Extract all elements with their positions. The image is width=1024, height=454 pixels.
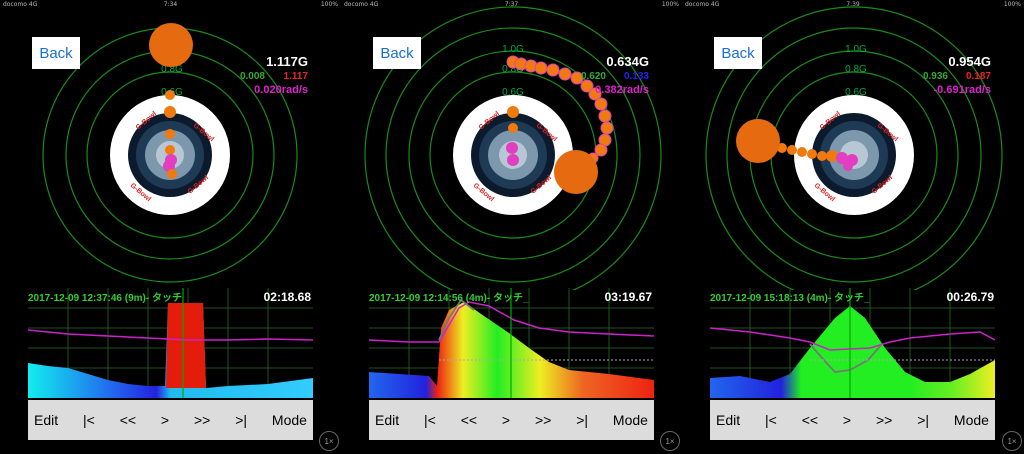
rewind-button[interactable]: << <box>461 412 477 428</box>
play-button[interactable]: > <box>843 412 851 428</box>
edit-button[interactable]: Edit <box>716 412 740 428</box>
ring-label: 1.0G <box>845 44 867 55</box>
g-total: 0.634G <box>606 54 649 69</box>
rotation-value: 0.382rad/s <box>595 84 649 96</box>
panel-2: docomo 4G 7:37 100% 1.0G 0.8G 0.6G G-Bow… <box>341 0 682 454</box>
back-button[interactable]: Back <box>32 37 80 69</box>
ring-label: 0.8G <box>845 64 867 75</box>
fast-forward-button[interactable]: >> <box>194 412 210 428</box>
playback-toolbar: Edit |< << > >> >| Mode <box>710 400 995 440</box>
rotation-value: 0.020rad/s <box>254 84 308 96</box>
speed-button[interactable]: 1× <box>1002 431 1022 451</box>
elapsed-time: 03:19.67 <box>604 290 652 304</box>
ring-label: 1.0G <box>502 44 524 55</box>
speed-button[interactable]: 1× <box>319 431 339 451</box>
g-x-value: 0.008 <box>239 71 265 82</box>
skip-start-button[interactable]: |< <box>83 412 95 428</box>
rewind-button[interactable]: << <box>120 412 136 428</box>
skip-start-button[interactable]: |< <box>424 412 436 428</box>
g-x-value: 0.620 <box>580 71 606 82</box>
skip-end-button[interactable]: >| <box>235 412 247 428</box>
g-x-value: 0.936 <box>922 71 948 82</box>
back-button[interactable]: Back <box>373 37 421 69</box>
mode-button[interactable]: Mode <box>613 412 648 428</box>
skip-start-button[interactable]: |< <box>765 412 777 428</box>
elapsed-time: 02:18.68 <box>263 290 311 304</box>
g-graph[interactable] <box>369 288 654 398</box>
graph-timestamp: 2017-12-09 15:18:13 (4m)- タッチ_ <box>710 293 870 304</box>
rotation-value: -0.691rad/s <box>933 84 991 96</box>
speed-button[interactable]: 1× <box>660 431 680 451</box>
mode-button[interactable]: Mode <box>954 412 989 428</box>
fast-forward-button[interactable]: >> <box>876 412 892 428</box>
graph-timestamp: 2017-12-09 12:14:56 (4m)- タッチ_ <box>369 293 529 304</box>
panel-1: docomo 4G 7:34 100% 0.8G 0.6G G-Bowl G-B… <box>0 0 341 454</box>
g-y-value: 1.117 <box>283 71 308 82</box>
play-button[interactable]: > <box>502 412 510 428</box>
g-y-value: 0.187 <box>965 71 991 82</box>
graph-timestamp: 2017-12-09 12:37:46 (9m)- タッチ <box>28 293 182 304</box>
play-button[interactable]: > <box>161 412 169 428</box>
g-graph[interactable] <box>28 288 313 398</box>
elapsed-time: 00:26.79 <box>946 290 994 304</box>
playback-toolbar: Edit |< << > >> >| Mode <box>369 400 654 440</box>
skip-end-button[interactable]: >| <box>917 412 929 428</box>
rewind-button[interactable]: << <box>802 412 818 428</box>
skip-end-button[interactable]: >| <box>576 412 588 428</box>
g-y-value: 0.133 <box>623 71 649 82</box>
g-total: 0.954G <box>948 54 991 69</box>
playback-toolbar: Edit |< << > >> >| Mode <box>28 400 313 440</box>
g-graph[interactable] <box>710 288 995 398</box>
back-button[interactable]: Back <box>714 37 762 69</box>
edit-button[interactable]: Edit <box>34 412 58 428</box>
panel-3: docomo 4G 7:39 100% 1.0G 0.8G 0.6G G-Bow… <box>682 0 1024 454</box>
fast-forward-button[interactable]: >> <box>535 412 551 428</box>
g-total: 1.117G <box>266 54 308 69</box>
edit-button[interactable]: Edit <box>375 412 399 428</box>
mode-button[interactable]: Mode <box>272 412 307 428</box>
